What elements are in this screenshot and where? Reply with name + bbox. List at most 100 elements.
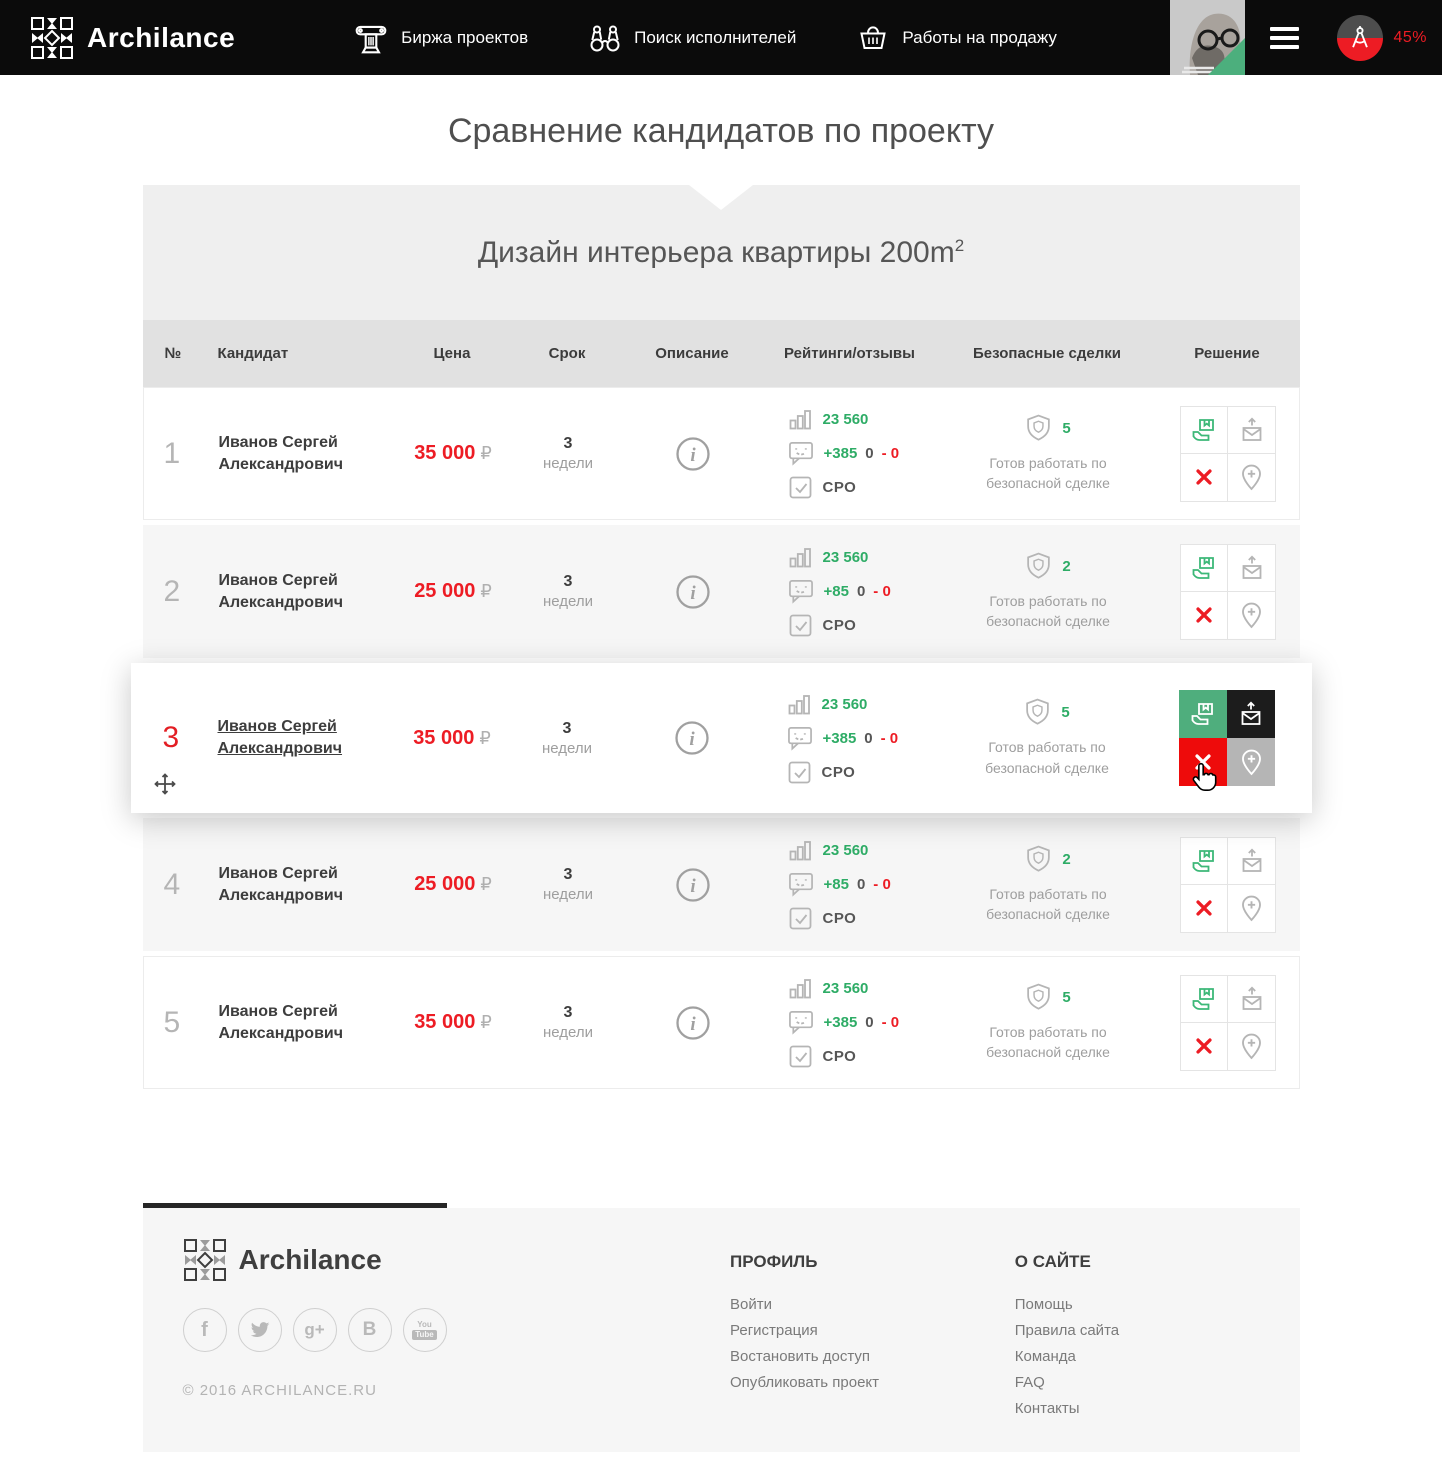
hamburger-menu-icon[interactable]: [1270, 22, 1299, 54]
google-plus-icon[interactable]: g+: [293, 1308, 337, 1352]
footer-heading: О САЙТЕ: [1015, 1252, 1300, 1272]
navbar-right: 45%: [1170, 0, 1442, 75]
checkbox-icon: [788, 475, 813, 500]
price-value: 35 000: [413, 727, 474, 750]
reject-button[interactable]: [1180, 884, 1228, 933]
safe-deals-text: Готов работать по безопасной сделке: [962, 737, 1132, 778]
candidate-name[interactable]: Иванов Сергей Александрович: [219, 432, 396, 475]
page-title: Сравнение кандидатов по проекту: [143, 112, 1300, 151]
make-deal-button[interactable]: [1180, 544, 1228, 592]
bar-chart-icon: [787, 692, 812, 717]
safe-deals-text: Готов работать по безопасной сделке: [963, 453, 1133, 494]
youtube-icon[interactable]: You Tube: [403, 1308, 447, 1352]
reject-button[interactable]: [1180, 453, 1228, 502]
binoculars-icon: [588, 20, 622, 56]
currency-symbol: ₽: [480, 874, 491, 895]
candidates-table: 1 Иванов Сергей Александрович 35 000 ₽ 3…: [143, 387, 1300, 1089]
footer-link[interactable]: Регистрация: [730, 1322, 1015, 1339]
reject-button[interactable]: [1180, 591, 1228, 640]
candidate-name[interactable]: Иванов Сергей Александрович: [219, 863, 396, 906]
footer-link[interactable]: FAQ: [1015, 1374, 1300, 1391]
project-title: Дизайн интерьера квартиры 200m2: [478, 236, 964, 270]
currency-symbol: ₽: [480, 443, 491, 464]
add-location-button[interactable]: [1227, 1022, 1276, 1071]
shield-icon: [1025, 414, 1052, 443]
menu-item-projects-exchange[interactable]: Биржа проектов: [353, 20, 528, 56]
add-location-button[interactable]: [1227, 738, 1275, 786]
menu-item-label: Работы на продажу: [902, 28, 1057, 48]
add-location-button[interactable]: [1227, 884, 1276, 933]
info-icon[interactable]: i: [675, 436, 711, 472]
send-message-button[interactable]: [1227, 837, 1276, 885]
twitter-icon[interactable]: [238, 1308, 282, 1352]
footer-link[interactable]: Правила сайта: [1015, 1322, 1300, 1339]
views-rating: 23 560: [788, 976, 869, 1001]
info-icon[interactable]: i: [674, 720, 710, 756]
footer-link[interactable]: Контакты: [1015, 1400, 1300, 1417]
safe-deals-text: Готов работать по безопасной сделке: [963, 884, 1133, 925]
footer-link[interactable]: Войти: [730, 1296, 1015, 1313]
views-rating: 23 560: [788, 407, 869, 432]
menu-item-label: Поиск исполнителей: [634, 28, 796, 48]
candidate-name[interactable]: Иванов Сергей Александрович: [219, 1001, 396, 1044]
footer-brand-name: Archilance: [239, 1244, 382, 1276]
column-header: Описание: [625, 345, 760, 362]
add-location-button[interactable]: [1227, 591, 1276, 640]
vk-icon[interactable]: B: [348, 1308, 392, 1352]
footer-brand[interactable]: Archilance: [183, 1238, 731, 1282]
make-deal-button[interactable]: [1179, 690, 1227, 738]
row-number: 5: [164, 1006, 181, 1040]
drag-move-icon[interactable]: [153, 772, 177, 801]
reviews-rating: +385 0 - 0: [788, 441, 900, 466]
decision-buttons: [1179, 690, 1275, 786]
currency-symbol: ₽: [480, 1012, 491, 1033]
brand[interactable]: Archilance: [30, 16, 235, 60]
reject-button[interactable]: [1180, 1022, 1228, 1071]
profile-progress-icon[interactable]: [1337, 15, 1383, 61]
info-icon[interactable]: i: [675, 867, 711, 903]
send-message-button[interactable]: [1227, 544, 1276, 592]
send-message-button[interactable]: [1227, 690, 1275, 738]
send-message-button[interactable]: [1227, 975, 1276, 1023]
shield-icon: [1024, 698, 1051, 727]
make-deal-button[interactable]: [1180, 406, 1228, 454]
safe-deals-text: Готов работать по безопасной сделке: [963, 1022, 1133, 1063]
safe-deals-count: 2: [1025, 845, 1070, 874]
certification: СРО: [787, 760, 856, 785]
info-icon[interactable]: i: [675, 1005, 711, 1041]
menu-item-find-performers[interactable]: Поиск исполнителей: [588, 20, 796, 56]
info-icon[interactable]: i: [675, 574, 711, 610]
top-navbar: Archilance Биржа проектов: [0, 0, 1442, 75]
menu-item-works-for-sale[interactable]: Работы на продажу: [856, 20, 1057, 56]
term-value: 3: [511, 866, 626, 884]
table-header: № Кандидат Цена Срок Описание Рейтинги/о…: [143, 320, 1300, 387]
make-deal-button[interactable]: [1180, 837, 1228, 885]
candidate-name[interactable]: Иванов Сергей Александрович: [219, 570, 396, 613]
column-header: Рейтинги/отзывы: [760, 345, 940, 362]
column-header: Цена: [395, 345, 510, 362]
safe-deals-count: 5: [1025, 414, 1070, 443]
column-header: Срок: [510, 345, 625, 362]
facebook-icon[interactable]: f: [183, 1308, 227, 1352]
add-location-button[interactable]: [1227, 453, 1276, 502]
price-value: 25 000: [414, 873, 475, 896]
footer-link[interactable]: Востановить доступ: [730, 1348, 1015, 1365]
row-number: 4: [164, 868, 181, 902]
term-unit: недели: [511, 455, 626, 472]
footer-link[interactable]: Помощь: [1015, 1296, 1300, 1313]
project-band: Дизайн интерьера квартиры 200m2: [143, 185, 1300, 320]
make-deal-button[interactable]: [1180, 975, 1228, 1023]
reviews-bubble-icon: [787, 726, 813, 751]
certification: СРО: [788, 906, 857, 931]
certification: СРО: [788, 613, 857, 638]
send-message-button[interactable]: [1227, 406, 1276, 454]
footer-link[interactable]: Опубликовать проект: [730, 1374, 1015, 1391]
user-avatar[interactable]: [1170, 0, 1245, 75]
footer-link[interactable]: Команда: [1015, 1348, 1300, 1365]
candidate-name[interactable]: Иванов Сергей Александрович: [218, 716, 395, 759]
term-value: 3: [511, 573, 626, 591]
reject-button[interactable]: [1179, 738, 1227, 786]
safe-deals-count: 2: [1025, 552, 1070, 581]
column-icon: [353, 20, 389, 56]
safe-deals-count: 5: [1025, 983, 1070, 1012]
